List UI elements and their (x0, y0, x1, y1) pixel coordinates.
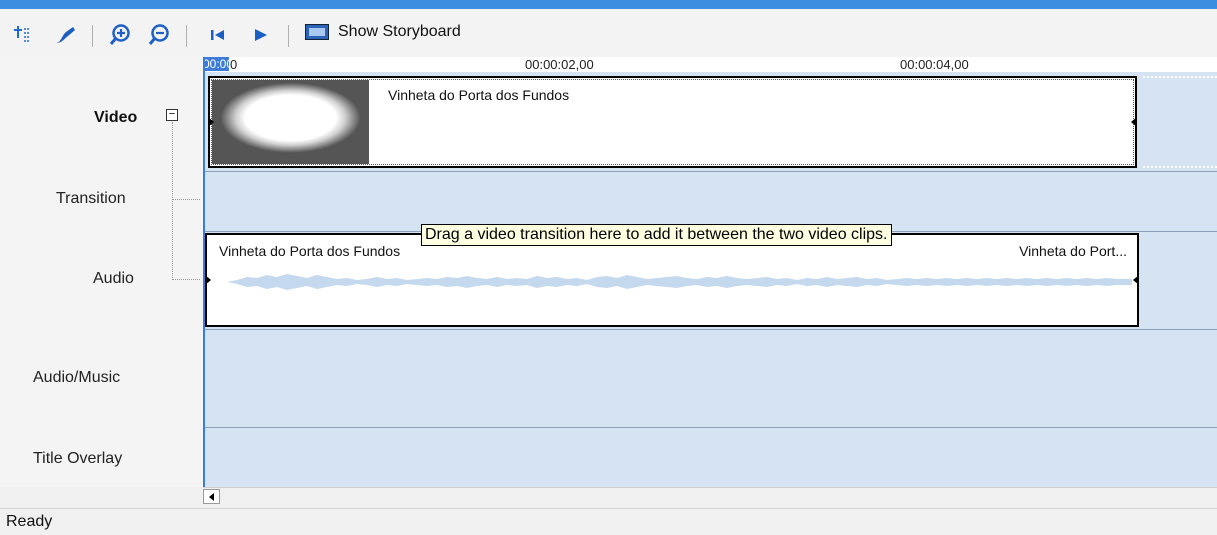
clip-trim-handle-right[interactable] (1133, 275, 1139, 285)
transition-tooltip: Drag a video transition here to add it b… (421, 224, 892, 246)
status-bar: Ready (0, 508, 1217, 535)
play-icon[interactable] (248, 23, 272, 47)
tree-connector (172, 199, 200, 201)
tree-connector (172, 122, 174, 280)
audio-clip-title: Vinheta do Porta dos Fundos (219, 243, 401, 259)
zoom-out-icon[interactable] (147, 23, 171, 47)
ruler-tick-label: 00:00:04,00 (900, 57, 969, 72)
playhead-time[interactable]: 00:00 (203, 57, 233, 71)
timeline-area[interactable]: 00:00 0 00:00:02,00 00:00:04,00 Vinheta … (203, 57, 1217, 487)
set-audio-levels-icon[interactable] (53, 23, 77, 47)
tree-connector (172, 279, 200, 281)
clip-trim-handle-left[interactable] (208, 117, 214, 127)
timeline-horizontal-scrollbar[interactable] (203, 487, 1217, 505)
toolbar-separator (288, 25, 289, 47)
audio-waveform (227, 274, 1132, 290)
toolbar-separator (186, 25, 187, 47)
timeline-toolbar: Show Storyboard (0, 9, 1217, 57)
track-label-audio: Audio (93, 270, 134, 287)
track-label-audio-music: Audio/Music (33, 369, 121, 386)
track-labels-panel: Video − Transition Audio Audio/Music Tit… (0, 57, 203, 487)
zoom-in-icon[interactable] (108, 23, 132, 47)
audio-clip[interactable]: Vinheta do Porta dos Fundos Vinheta do P… (205, 233, 1139, 327)
window-title-bar-accent (0, 0, 1217, 9)
ruler-tick-label: 00:00:02,00 (525, 57, 594, 72)
time-ruler[interactable]: 00:00 0 00:00:02,00 00:00:04,00 (203, 57, 1217, 72)
track-label-video: Video (94, 109, 138, 126)
storyboard-icon (305, 24, 329, 40)
track-divider (203, 427, 1217, 428)
rewind-icon[interactable] (206, 23, 230, 47)
audio-clip-title-next: Vinheta do Port... (1019, 243, 1127, 259)
track-divider (203, 171, 1217, 172)
video-clip-title: Vinheta do Porta dos Fundos (388, 87, 570, 103)
ruler-tick-label: 0 (230, 57, 238, 72)
clip-trim-handle-left[interactable] (205, 275, 211, 285)
status-text: Ready (6, 513, 53, 530)
track-label-title-overlay: Title Overlay (33, 450, 123, 467)
video-clip-thumbnail (212, 80, 369, 164)
playhead-line[interactable] (203, 57, 205, 487)
video-clip[interactable]: Vinheta do Porta dos Fundos (208, 76, 1137, 168)
clip-trim-handle-right[interactable] (1131, 117, 1137, 127)
collapse-icon[interactable]: − (166, 109, 178, 121)
narrate-timeline-icon[interactable] (10, 23, 34, 47)
show-storyboard-label: Show Storyboard (338, 23, 461, 40)
track-divider (203, 329, 1217, 330)
toolbar-separator (92, 25, 93, 47)
track-label-transition: Transition (56, 190, 126, 207)
scroll-left-icon[interactable] (203, 489, 220, 504)
show-storyboard-button[interactable]: Show Storyboard (305, 20, 461, 44)
empty-video-slot[interactable] (1143, 76, 1217, 168)
